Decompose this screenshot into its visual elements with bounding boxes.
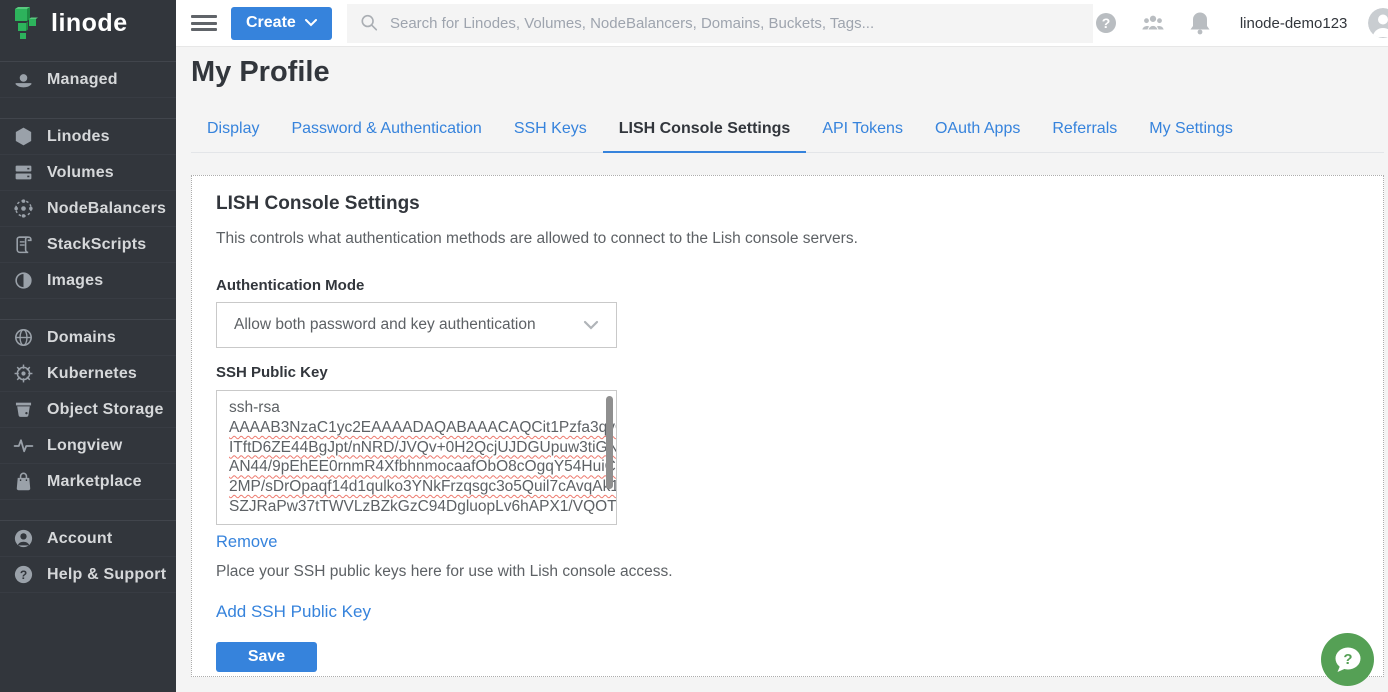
sidebar-item-images[interactable]: Images (0, 263, 176, 299)
nodebalancers-icon (13, 198, 34, 219)
sidebar-item-marketplace[interactable]: Marketplace (0, 464, 176, 500)
ssh-key-label: SSH Public Key (216, 364, 1359, 381)
linode-logo-icon (12, 7, 42, 39)
tab-password-authentication[interactable]: Password & Authentication (275, 114, 497, 152)
sidebar-item-linodes[interactable]: Linodes (0, 119, 176, 155)
lish-settings-panel: LISH Console Settings This controls what… (191, 175, 1384, 677)
chevron-down-icon (305, 19, 317, 27)
sidebar-item-label: Domains (47, 329, 116, 347)
linode-logo[interactable]: linode (0, 0, 176, 47)
sidebar-item-label: StackScripts (47, 236, 146, 254)
kubernetes-icon (13, 363, 34, 384)
create-button[interactable]: Create (231, 7, 332, 40)
tab-display[interactable]: Display (191, 114, 275, 152)
sidebar-item-label: Account (47, 530, 112, 548)
auth-mode-select[interactable]: Allow both password and key authenticati… (216, 302, 617, 348)
ssh-key-line: AN44/9pEhEE0rnmR4XfbhnmocaafObO8cOgqY54H… (229, 457, 600, 477)
linodes-icon (13, 126, 34, 147)
help-icon[interactable]: ? (1093, 10, 1119, 36)
auth-mode-value: Allow both password and key authenticati… (234, 316, 536, 334)
sidebar-item-label: Longview (47, 437, 122, 455)
chat-bubble-icon: ? (1333, 646, 1363, 674)
sidebar-item-label: Kubernetes (47, 365, 137, 383)
ssh-key-help-text: Place your SSH public keys here for use … (216, 563, 1359, 581)
marketplace-icon (13, 471, 34, 492)
username-label: linode-demo123 (1240, 15, 1348, 32)
sidebar-item-stackscripts[interactable]: StackScripts (0, 227, 176, 263)
svg-text:?: ? (20, 568, 27, 582)
ssh-key-line: 2MP/sDrOpaqf14d1qulko3YNkFrzqsgc3o5Quil7… (229, 477, 600, 497)
sidebar-item-label: Help & Support (47, 566, 166, 584)
textarea-scrollbar[interactable] (606, 396, 613, 489)
save-button[interactable]: Save (216, 642, 317, 672)
svg-text:?: ? (1102, 15, 1111, 31)
add-ssh-key-link[interactable]: Add SSH Public Key (216, 602, 371, 622)
sidebar-item-help-support[interactable]: ? Help & Support (0, 557, 176, 593)
avatar[interactable] (1368, 8, 1388, 38)
panel-title: LISH Console Settings (216, 193, 1359, 215)
sidebar-item-volumes[interactable]: Volumes (0, 155, 176, 191)
sidebar-item-label: Managed (47, 71, 118, 89)
managed-icon (13, 69, 34, 90)
sidebar-item-account[interactable]: Account (0, 521, 176, 557)
tab-referrals[interactable]: Referrals (1036, 114, 1133, 152)
tab-oauth-apps[interactable]: OAuth Apps (919, 114, 1036, 152)
page-title: My Profile (191, 56, 1384, 89)
main-content: My Profile Display Password & Authentica… (176, 47, 1388, 692)
top-bar-actions: ? linode-demo123 (1093, 8, 1388, 38)
remove-key-link[interactable]: Remove (216, 533, 277, 552)
top-bar: linode Create ? (0, 0, 1388, 47)
panel-description: This controls what authentication method… (216, 230, 1359, 248)
ssh-key-textarea[interactable]: ssh-rsa AAAAB3NzaC1yc2EAAAADAQABAAACAQCi… (216, 390, 617, 525)
sidebar-item-label: Images (47, 272, 103, 290)
longview-icon (13, 435, 34, 456)
auth-mode-label: Authentication Mode (216, 277, 1359, 294)
ssh-key-line: ssh-rsa (229, 398, 600, 418)
sidebar-item-label: NodeBalancers (47, 200, 166, 218)
global-search[interactable] (347, 4, 1093, 43)
sidebar-item-domains[interactable]: Domains (0, 320, 176, 356)
community-icon[interactable] (1140, 10, 1166, 36)
create-button-label: Create (246, 14, 296, 32)
menu-toggle-icon[interactable] (191, 13, 217, 33)
tab-api-tokens[interactable]: API Tokens (806, 114, 919, 152)
ssh-key-line: SZJRaPw37tTWVLzBZkGzC94DgluopLv6hAPX1/VQ… (229, 497, 600, 517)
help-support-icon: ? (13, 564, 34, 585)
sidebar-item-object-storage[interactable]: Object Storage (0, 392, 176, 428)
tab-ssh-keys[interactable]: SSH Keys (498, 114, 603, 152)
sidebar-item-label: Linodes (47, 128, 110, 146)
domains-icon (13, 327, 34, 348)
sidebar-item-label: Volumes (47, 164, 114, 182)
sidebar-item-managed[interactable]: Managed (0, 62, 176, 98)
search-input[interactable] (390, 15, 1080, 32)
sidebar-item-nodebalancers[interactable]: NodeBalancers (0, 191, 176, 227)
account-icon (13, 528, 34, 549)
ssh-key-line: ITftD6ZE44BgJpt/nNRD/JVQv+0H2QcjUJDGUpuw… (229, 438, 600, 458)
tab-my-settings[interactable]: My Settings (1133, 114, 1249, 152)
svg-text:?: ? (1343, 651, 1352, 668)
ssh-key-line: AAAAB3NzaC1yc2EAAAADAQABAAACAQCit1Pzfa3q… (229, 418, 600, 438)
search-icon (360, 13, 379, 33)
select-chevron-icon (583, 320, 599, 330)
notifications-bell-icon[interactable] (1187, 10, 1213, 36)
sidebar-item-label: Marketplace (47, 473, 142, 491)
stackscripts-icon (13, 234, 34, 255)
object-storage-icon (13, 399, 34, 420)
sidebar: Managed Linodes Volumes NodeBalancers (0, 47, 176, 692)
tab-lish-console-settings[interactable]: LISH Console Settings (603, 114, 807, 153)
sidebar-item-longview[interactable]: Longview (0, 428, 176, 464)
profile-tabs: Display Password & Authentication SSH Ke… (191, 114, 1384, 153)
brand-name: linode (51, 9, 128, 38)
volumes-icon (13, 162, 34, 183)
sidebar-item-kubernetes[interactable]: Kubernetes (0, 356, 176, 392)
support-chat-button[interactable]: ? (1321, 633, 1374, 686)
images-icon (13, 270, 34, 291)
sidebar-item-label: Object Storage (47, 401, 164, 419)
